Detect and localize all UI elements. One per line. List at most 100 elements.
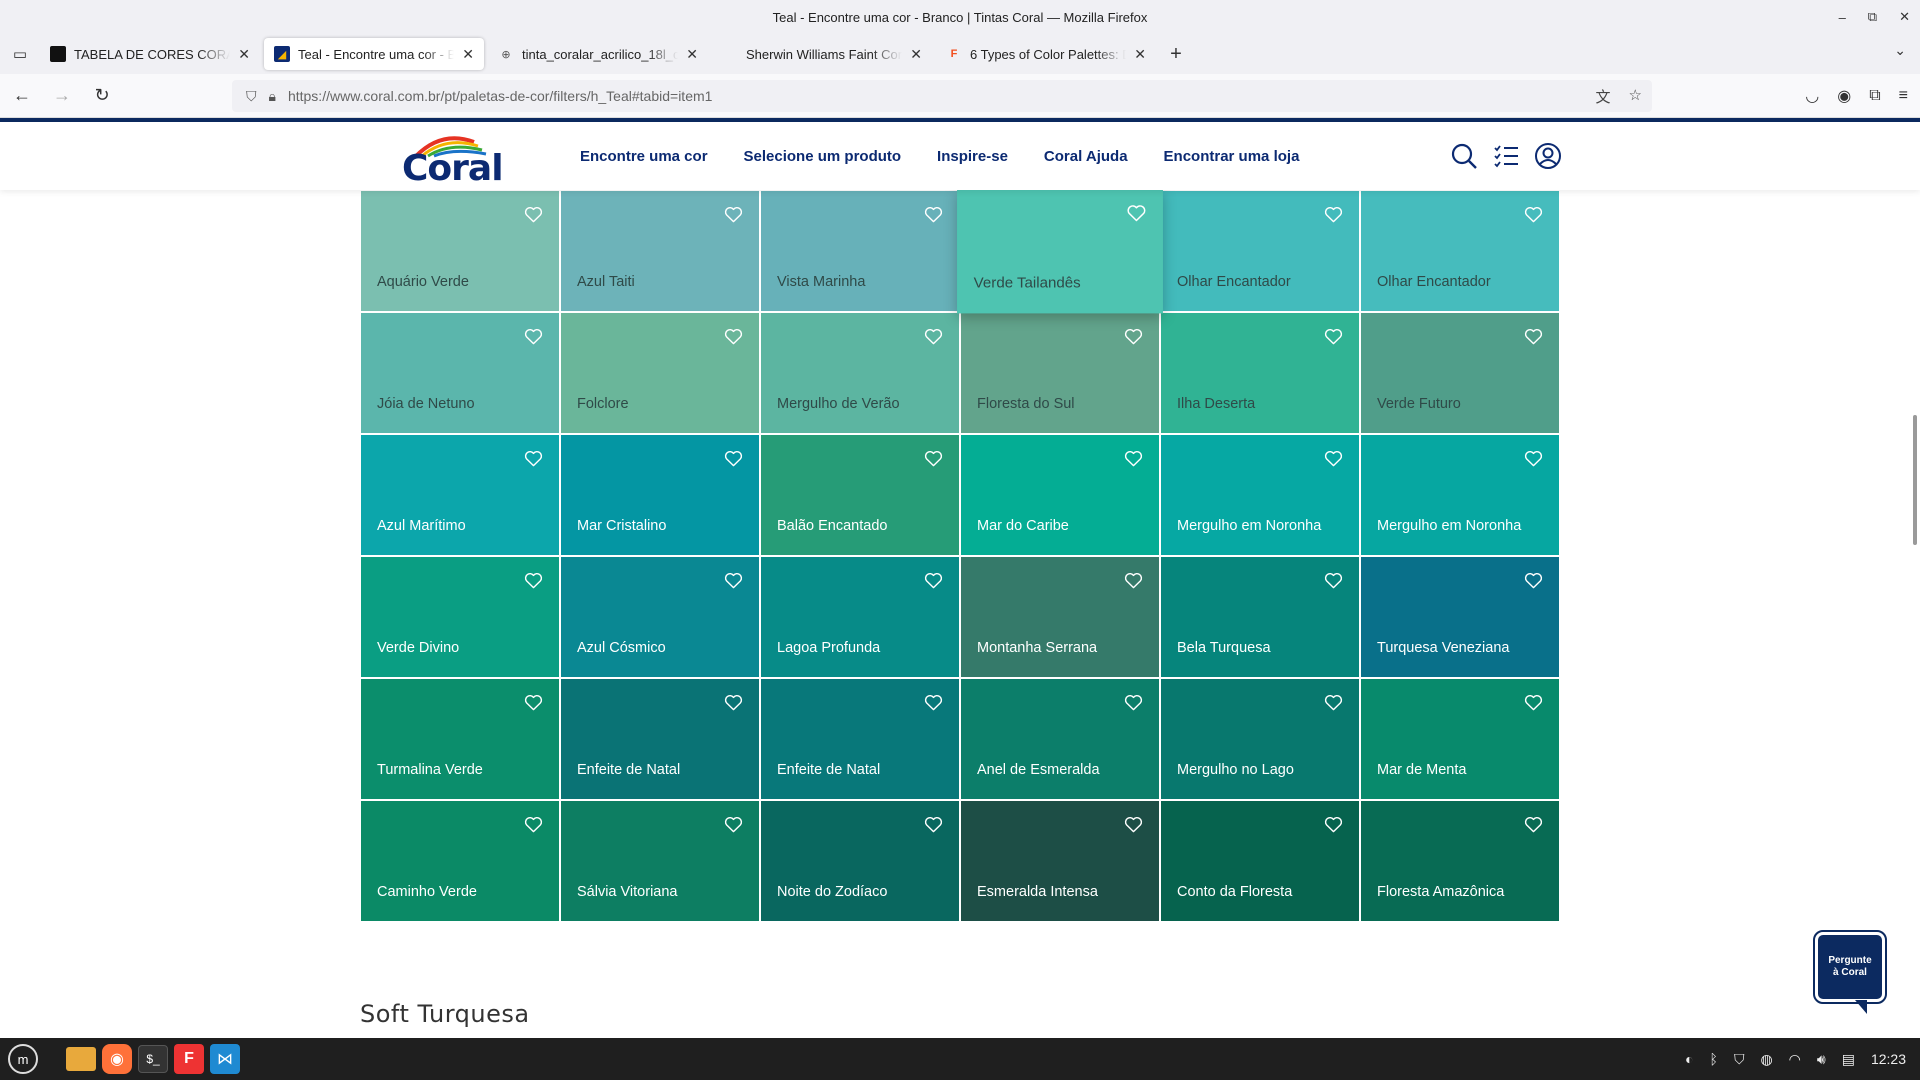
favorite-heart-icon[interactable]	[924, 694, 943, 711]
favorite-heart-icon[interactable]	[924, 816, 943, 833]
color-swatch[interactable]: Balão Encantado	[761, 435, 959, 555]
new-tab-button[interactable]: +	[1160, 38, 1192, 70]
clipboard-icon[interactable]: ▤	[1842, 1051, 1855, 1068]
favorite-heart-icon[interactable]	[1324, 572, 1343, 589]
nav-selecione-um-produto[interactable]: Selecione um produto	[744, 148, 902, 165]
coral-logo[interactable]: Coral	[400, 132, 504, 189]
color-swatch[interactable]: Mar de Menta	[1361, 679, 1559, 799]
color-swatch[interactable]: Mergulho em Noronha	[1161, 435, 1359, 555]
minimize-button[interactable]: –	[1839, 10, 1846, 25]
favorite-heart-icon[interactable]	[524, 694, 543, 711]
color-swatch[interactable]: Floresta Amazônica	[1361, 801, 1559, 921]
shield-icon[interactable]: ⛉	[246, 88, 257, 105]
favorite-heart-icon[interactable]	[1124, 450, 1143, 467]
favorite-heart-icon[interactable]	[1524, 328, 1543, 345]
close-window-button[interactable]: ✕	[1899, 9, 1910, 25]
extensions-icon[interactable]: ⧉	[1869, 87, 1880, 105]
color-swatch[interactable]: Mergulho de Verão	[761, 313, 959, 433]
favorite-heart-icon[interactable]	[924, 572, 943, 589]
color-swatch[interactable]: Esmeralda Intensa	[961, 801, 1159, 921]
color-swatch[interactable]: Anel de Esmeralda	[961, 679, 1159, 799]
color-swatch[interactable]: Folclore	[561, 313, 759, 433]
tab-close-icon[interactable]: ✕	[1134, 46, 1146, 63]
list-all-tabs-icon[interactable]: ⌄	[1894, 42, 1906, 59]
color-swatch[interactable]: Montanha Serrana	[961, 557, 1159, 677]
color-swatch[interactable]: Mar Cristalino	[561, 435, 759, 555]
color-swatch[interactable]: Verde Divino	[361, 557, 559, 677]
favorite-heart-icon[interactable]	[724, 328, 743, 345]
checklist-icon[interactable]	[1492, 142, 1520, 170]
color-swatch[interactable]: Floresta do Sul	[961, 313, 1159, 433]
back-button[interactable]: ←	[4, 78, 40, 114]
maximize-button[interactable]: ⧉	[1868, 9, 1877, 25]
user-account-icon[interactable]	[1534, 142, 1562, 170]
tab-teal-active[interactable]: ◢ Teal - Encontre uma cor - Branco ✕	[264, 38, 484, 70]
mint-menu-icon[interactable]: m	[8, 1044, 38, 1074]
files-icon[interactable]	[66, 1047, 96, 1071]
color-swatch[interactable]: Conto da Floresta	[1161, 801, 1359, 921]
volume-icon[interactable]: 🔊︎	[1817, 1051, 1826, 1068]
bookmark-star-icon[interactable]: ☆	[1629, 86, 1642, 107]
favorite-heart-icon[interactable]	[1524, 572, 1543, 589]
color-swatch[interactable]: Enfeite de Natal	[761, 679, 959, 799]
color-swatch[interactable]: Turquesa Veneziana	[1361, 557, 1559, 677]
pocket-icon[interactable]: ◡	[1805, 86, 1819, 106]
favorite-heart-icon[interactable]	[1524, 816, 1543, 833]
color-swatch[interactable]: Olhar Encantador	[1361, 191, 1559, 311]
favorite-heart-icon[interactable]	[1524, 450, 1543, 467]
account-icon[interactable]: ◉	[1837, 86, 1851, 106]
color-swatch[interactable]: Sálvia Vitoriana	[561, 801, 759, 921]
favorite-heart-icon[interactable]	[924, 450, 943, 467]
nav-inspire-se[interactable]: Inspire-se	[937, 148, 1008, 165]
page-scrollbar[interactable]	[1913, 415, 1917, 545]
favorite-heart-icon[interactable]	[1324, 206, 1343, 223]
favorite-heart-icon[interactable]	[524, 816, 543, 833]
favorite-heart-icon[interactable]	[1324, 450, 1343, 467]
vscode-icon[interactable]: ⋈	[210, 1044, 240, 1074]
tab-sherwin-williams[interactable]: Sherwin Williams Faint Coral ✕	[712, 38, 932, 70]
favorite-heart-icon[interactable]	[524, 572, 543, 589]
favorite-heart-icon[interactable]	[724, 694, 743, 711]
favorite-heart-icon[interactable]	[1324, 816, 1343, 833]
color-swatch[interactable]: Lagoa Profunda	[761, 557, 959, 677]
favorite-heart-icon[interactable]	[924, 206, 943, 223]
terminal-icon[interactable]: $_	[138, 1045, 168, 1073]
nav-encontre-uma-cor[interactable]: Encontre uma cor	[580, 148, 708, 165]
translate-icon[interactable]: 文	[1596, 86, 1611, 107]
color-swatch[interactable]: Mergulho no Lago	[1161, 679, 1359, 799]
tab-tabela-cores[interactable]: TABELA DE CORES CORAL – ✕	[40, 38, 260, 70]
bluetooth-icon[interactable]: ᛒ	[1710, 1051, 1718, 1067]
tab-close-icon[interactable]: ✕	[238, 46, 250, 63]
favorite-heart-icon[interactable]	[1124, 328, 1143, 345]
color-swatch[interactable]: Enfeite de Natal	[561, 679, 759, 799]
figma-icon[interactable]: F	[174, 1044, 204, 1074]
color-swatch[interactable]: Caminho Verde	[361, 801, 559, 921]
color-swatch[interactable]: Vista Marinha	[761, 191, 959, 311]
favorite-heart-icon[interactable]	[724, 206, 743, 223]
favorite-heart-icon[interactable]	[524, 206, 543, 223]
lock-icon[interactable]: 🔒︎	[269, 88, 276, 105]
color-swatch[interactable]: Azul Taiti	[561, 191, 759, 311]
nav-coral-ajuda[interactable]: Coral Ajuda	[1044, 148, 1128, 165]
color-swatch[interactable]: Noite do Zodíaco	[761, 801, 959, 921]
color-swatch[interactable]: Azul Marítimo	[361, 435, 559, 555]
clock[interactable]: 12:23	[1871, 1051, 1906, 1067]
color-swatch[interactable]: Bela Turquesa	[1161, 557, 1359, 677]
vpn-icon[interactable]: ◍	[1760, 1051, 1772, 1068]
color-swatch[interactable]: Olhar Encantador	[1161, 191, 1359, 311]
chat-bubble[interactable]: Pergunte à Coral	[1813, 930, 1887, 1004]
discord-icon[interactable]: ◐	[1685, 1051, 1693, 1067]
color-swatch[interactable]: Ilha Deserta	[1161, 313, 1359, 433]
color-swatch[interactable]: Aquário Verde	[361, 191, 559, 311]
pergunte-a-coral-widget[interactable]: Pergunte à Coral	[1813, 930, 1887, 1018]
shield-tray-icon[interactable]: ⛉	[1734, 1051, 1745, 1068]
url-text[interactable]: https://www.coral.com.br/pt/paletas-de-c…	[288, 88, 712, 104]
favorite-heart-icon[interactable]	[1124, 694, 1143, 711]
favorite-heart-icon[interactable]	[1124, 816, 1143, 833]
favorite-heart-icon[interactable]	[524, 450, 543, 467]
favorite-heart-icon[interactable]	[724, 572, 743, 589]
nav-encontrar-uma-loja[interactable]: Encontrar uma loja	[1164, 148, 1300, 165]
color-swatch[interactable]: Mar do Caribe	[961, 435, 1159, 555]
reload-button[interactable]: ↻	[84, 78, 120, 114]
color-swatch[interactable]: Turmalina Verde	[361, 679, 559, 799]
